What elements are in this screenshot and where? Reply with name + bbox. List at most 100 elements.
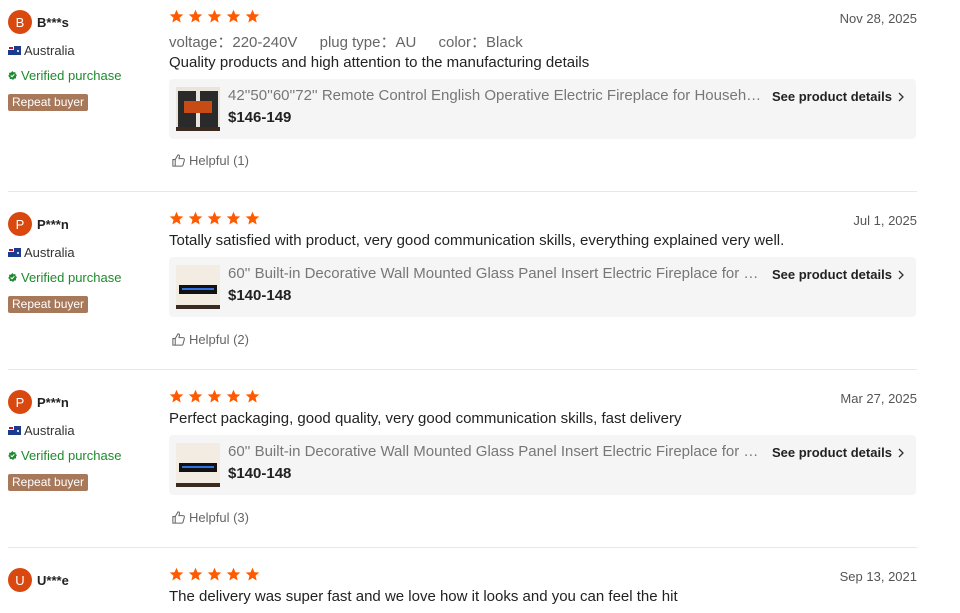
star-icon <box>188 567 203 581</box>
star-rating <box>169 389 917 405</box>
star-rating <box>169 9 917 25</box>
helpful-label: Helpful (1) <box>189 153 249 168</box>
review-content: Sep 13, 2021 The delivery was super fast… <box>169 567 917 606</box>
verified-purchase: Verified purchase <box>8 67 158 83</box>
see-product-details-link[interactable]: See product details <box>772 267 905 282</box>
spec-plug-type: plug type：AU <box>319 34 417 51</box>
divider <box>8 369 917 370</box>
product-price: $140-148 <box>228 465 292 482</box>
product-price: $140-148 <box>228 287 292 304</box>
verified-badge-icon <box>8 450 17 460</box>
review-date: Sep 13, 2021 <box>839 569 917 584</box>
reviewer-name: P***n <box>37 216 69 232</box>
star-icon <box>245 567 260 581</box>
see-product-details-link[interactable]: See product details <box>772 445 905 460</box>
review-date: Mar 27, 2025 <box>840 391 917 406</box>
helpful-button[interactable]: Helpful (3) <box>171 510 249 525</box>
verified-label: Verified purchase <box>21 67 122 83</box>
details-label: See product details <box>772 267 892 282</box>
review-date: Jul 1, 2025 <box>853 213 917 228</box>
star-icon <box>188 211 203 225</box>
star-icon <box>207 389 222 403</box>
star-icon <box>226 211 241 225</box>
verified-label: Verified purchase <box>21 447 122 463</box>
australia-flag-icon <box>8 247 21 257</box>
country-label: Australia <box>24 42 75 58</box>
review-card: U U***e Sep 13, 2021 The delivery was su… <box>0 567 960 613</box>
repeat-buyer-badge: Repeat buyer <box>8 94 89 111</box>
helpful-button[interactable]: Helpful (1) <box>171 153 249 168</box>
product-thumbnail <box>176 443 220 487</box>
star-rating <box>169 211 917 227</box>
verified-badge-icon <box>8 70 17 80</box>
thumbs-up-icon <box>172 154 185 167</box>
details-label: See product details <box>772 445 892 460</box>
reviewer-info: B B***s Australia Verified purchase Repe… <box>8 9 158 111</box>
verified-badge-icon <box>8 272 17 282</box>
review-card: P P***n Australia Verified purchase Repe… <box>0 211 960 361</box>
repeat-buyer-badge: Repeat buyer <box>8 474 89 491</box>
chevron-right-icon <box>898 448 904 457</box>
product-card[interactable]: 42''50''60''72'' Remote Control English … <box>169 79 916 139</box>
product-title[interactable]: 60'' Built-in Decorative Wall Mounted Gl… <box>228 265 768 282</box>
product-thumbnail <box>176 265 220 309</box>
reviewer-country: Australia <box>8 244 158 260</box>
product-title[interactable]: 42''50''60''72'' Remote Control English … <box>228 87 768 104</box>
review-content: Mar 27, 2025 Perfect packaging, good qua… <box>169 389 917 495</box>
review-text: The delivery was super fast and we love … <box>169 588 678 605</box>
verified-label: Verified purchase <box>21 269 122 285</box>
verified-purchase: Verified purchase <box>8 269 158 285</box>
verified-purchase: Verified purchase <box>8 447 158 463</box>
thumbs-up-icon <box>172 333 185 346</box>
avatar: P <box>8 212 32 236</box>
see-product-details-link[interactable]: See product details <box>772 89 905 104</box>
star-icon <box>226 567 241 581</box>
star-rating <box>169 567 917 583</box>
country-label: Australia <box>24 244 75 260</box>
product-specs: voltage：220-240V plug type：AU color：Blac… <box>169 31 917 51</box>
reviewer-name: U***e <box>37 572 69 588</box>
product-thumbnail <box>176 87 220 131</box>
repeat-buyer-badge: Repeat buyer <box>8 296 89 313</box>
spec-voltage: voltage：220-240V <box>169 34 298 51</box>
reviewer-name: P***n <box>37 394 69 410</box>
star-icon <box>245 9 260 23</box>
review-content: Jul 1, 2025 Totally satisfied with produ… <box>169 211 917 317</box>
star-icon <box>245 211 260 225</box>
star-icon <box>169 389 184 403</box>
reviewer-info: P P***n Australia Verified purchase Repe… <box>8 211 158 313</box>
product-price: $146-149 <box>228 109 292 126</box>
product-card[interactable]: 60'' Built-in Decorative Wall Mounted Gl… <box>169 435 916 495</box>
review-text: Perfect packaging, good quality, very go… <box>169 410 682 427</box>
helpful-label: Helpful (3) <box>189 510 249 525</box>
star-icon <box>207 567 222 581</box>
star-icon <box>169 211 184 225</box>
review-text: Quality products and high attention to t… <box>169 54 590 71</box>
helpful-button[interactable]: Helpful (2) <box>171 332 249 347</box>
chevron-right-icon <box>898 270 904 279</box>
country-label: Australia <box>24 422 75 438</box>
star-icon <box>207 9 222 23</box>
avatar: B <box>8 10 32 34</box>
details-label: See product details <box>772 89 892 104</box>
australia-flag-icon <box>8 425 21 435</box>
avatar: P <box>8 390 32 414</box>
avatar: U <box>8 568 32 592</box>
review-card: B B***s Australia Verified purchase Repe… <box>0 9 960 179</box>
product-title[interactable]: 60'' Built-in Decorative Wall Mounted Gl… <box>228 443 768 460</box>
star-icon <box>226 9 241 23</box>
chevron-right-icon <box>898 92 904 101</box>
star-icon <box>207 211 222 225</box>
star-icon <box>169 9 184 23</box>
review-date: Nov 28, 2025 <box>839 11 917 26</box>
divider <box>8 191 917 192</box>
reviewer-name: B***s <box>37 14 69 30</box>
product-card[interactable]: 60'' Built-in Decorative Wall Mounted Gl… <box>169 257 916 317</box>
review-content: Nov 28, 2025 voltage：220-240V plug type：… <box>169 9 917 139</box>
review-text: Totally satisfied with product, very goo… <box>169 232 785 249</box>
star-icon <box>169 567 184 581</box>
review-card: P P***n Australia Verified purchase Repe… <box>0 389 960 539</box>
thumbs-up-icon <box>172 511 185 524</box>
star-icon <box>188 9 203 23</box>
reviewer-info: U U***e <box>8 567 158 593</box>
